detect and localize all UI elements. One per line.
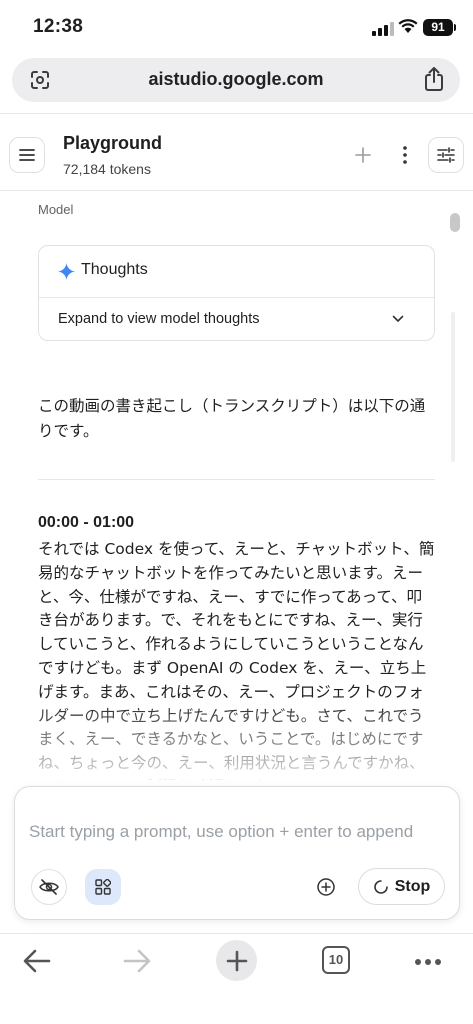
prompt-box: Stop [14,786,460,920]
address-bar[interactable]: aistudio.google.com [12,58,460,102]
spinner-icon [373,879,388,894]
add-circle-icon [317,878,335,896]
response-intro: この動画の書き起こし（トランスクリプト）は以下の通りです。 [38,397,426,440]
tune-icon [437,147,455,163]
new-tab-button[interactable] [216,940,257,981]
forward-arrow-icon[interactable] [122,948,152,974]
back-arrow-icon[interactable] [22,948,52,974]
menu-icon [19,149,35,161]
menu-button[interactable] [9,137,45,173]
more-vert-icon[interactable] [395,144,415,166]
tune-button[interactable] [428,137,464,173]
apps-button[interactable] [85,869,121,905]
apps-icon [95,879,111,895]
thoughts-panel: Thoughts Expand to view model thoughts [38,245,435,341]
stop-label: Stop [394,877,431,895]
app-header: Playground 72,184 tokens [0,114,473,190]
expand-thoughts-button[interactable]: Expand to view model thoughts [39,298,434,341]
tabs-icon[interactable]: 10 [322,946,350,974]
add-attachment-button[interactable] [308,869,344,905]
status-bar: 12:38 91 [0,0,473,56]
content-fade [0,700,473,785]
token-count: 72,184 tokens [63,161,151,177]
more-icon[interactable] [414,958,442,966]
divider [38,479,435,480]
browser-toolbar: 10 [0,934,473,1024]
visibility-toggle-button[interactable] [31,869,67,905]
plus-icon[interactable] [352,144,374,166]
timestamp-heading: 00:00 - 01:00 [38,514,135,531]
battery-icon: 91 [423,19,456,36]
new-tab-icon [226,950,247,971]
thoughts-header: Thoughts [39,246,434,298]
scrollbar-thumb[interactable] [450,213,460,232]
thoughts-title: Thoughts [81,261,148,278]
page-title: Playground [63,133,163,153]
signal-icon [372,22,394,36]
prompt-input[interactable] [29,817,429,857]
role-label: Model [38,202,74,217]
status-time: 12:38 [33,16,84,37]
chevron-down-icon [392,315,404,322]
divider [0,190,473,191]
expand-label: Expand to view model thoughts [58,311,260,327]
wifi-icon [398,19,418,33]
scrollbar-track[interactable] [451,312,455,462]
share-icon[interactable] [422,66,446,92]
sparkle-icon [58,263,75,280]
visibility-off-icon [39,879,59,895]
stop-button[interactable]: Stop [358,868,445,905]
address-url[interactable]: aistudio.google.com [12,69,460,90]
